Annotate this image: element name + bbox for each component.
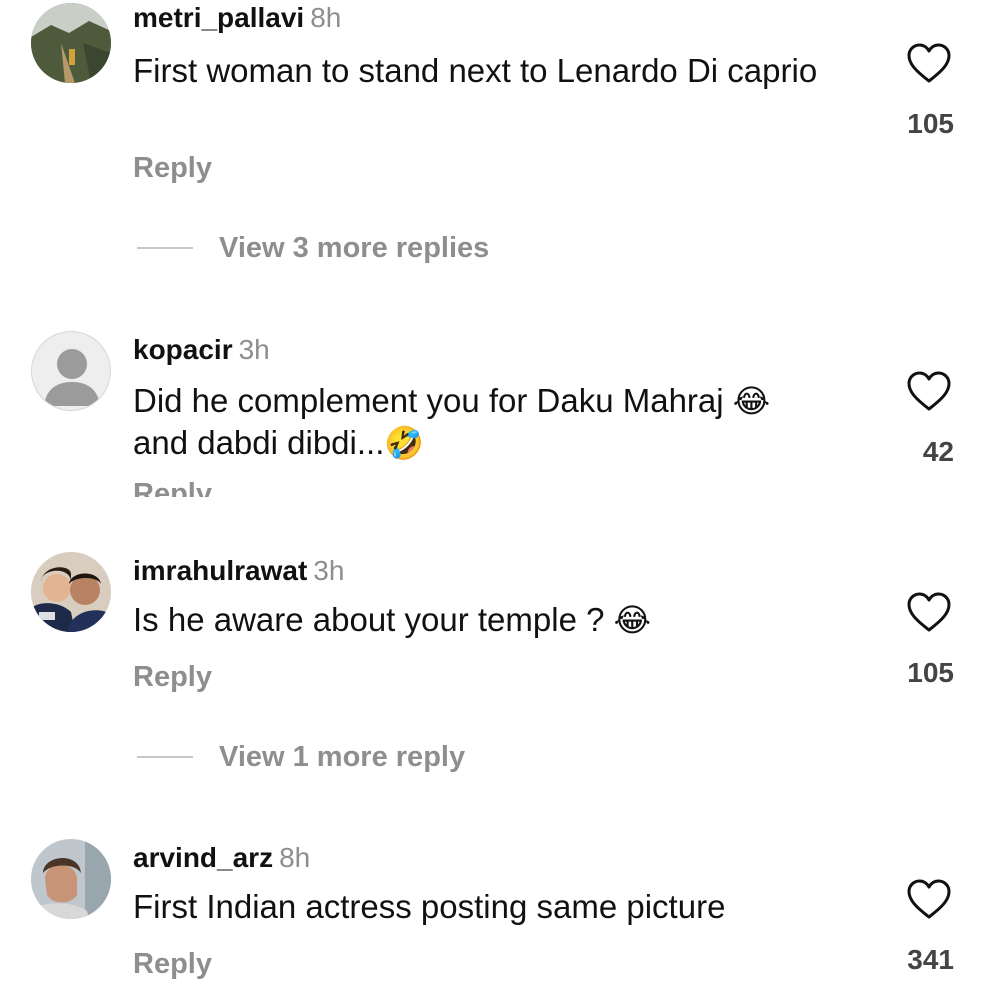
comment-text: Did he complement you for Daku Mahraj 😂 … <box>133 380 873 464</box>
timestamp: 3h <box>238 334 270 365</box>
comment-meta: arvind_arz 8h <box>133 842 310 874</box>
photo-avatar-icon <box>31 839 111 919</box>
photo-avatar-icon <box>31 552 111 632</box>
avatar[interactable] <box>31 839 111 919</box>
comment-meta: imrahulrawat 3h <box>133 555 344 587</box>
laughing-tears-emoji-icon: 😂 <box>732 382 771 420</box>
like-count: 341 <box>907 944 954 975</box>
like-heart-icon[interactable] <box>906 370 952 412</box>
view-more-replies-label: View 1 more reply <box>219 740 466 773</box>
avatar[interactable] <box>31 331 111 411</box>
laughing-tears-emoji-icon: 😂 <box>613 601 652 639</box>
view-more-replies-button[interactable]: View 1 more reply <box>137 737 465 777</box>
comment-meta: kopacir 3h <box>133 334 270 366</box>
timestamp: 8h <box>279 842 311 873</box>
like-heart-icon[interactable] <box>906 591 952 633</box>
reply-button[interactable]: Reply <box>133 661 212 694</box>
username[interactable]: kopacir <box>133 334 233 365</box>
default-person-avatar-icon <box>32 332 110 410</box>
rolling-laughing-emoji-icon: 🤣 <box>384 424 425 462</box>
comment-text-line2: and dabdi dibdi... <box>133 424 385 461</box>
like-count: 105 <box>907 657 954 688</box>
divider-line <box>137 756 193 758</box>
reply-button[interactable]: Reply <box>133 478 212 497</box>
like-count: 42 <box>922 436 954 467</box>
username[interactable]: arvind_arz <box>133 842 273 873</box>
like-heart-icon[interactable] <box>906 878 952 920</box>
comment-text-line1: Is he aware about your temple ? <box>133 601 605 638</box>
comment-clip: kopacir 3h Did he complement you for Daku… <box>0 0 1000 497</box>
comment-text: First Indian actress posting same pictur… <box>133 888 726 925</box>
username[interactable]: imrahulrawat <box>133 555 307 586</box>
reply-button[interactable]: Reply <box>133 948 212 981</box>
timestamp: 3h <box>313 555 345 586</box>
avatar[interactable] <box>31 552 111 632</box>
comment-text: Is he aware about your temple ? 😂 <box>133 599 873 641</box>
comment-text-line1: Did he complement you for Daku Mahraj <box>133 382 724 419</box>
